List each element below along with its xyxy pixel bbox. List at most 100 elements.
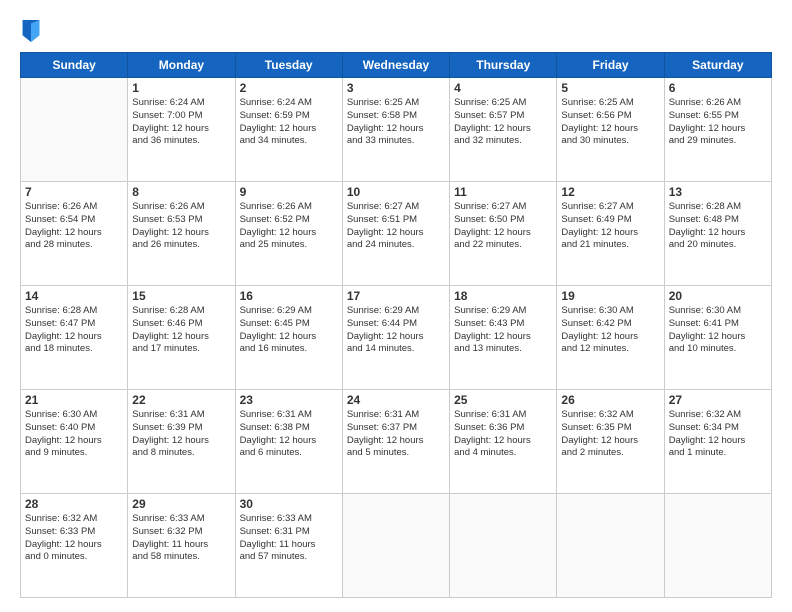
calendar-cell: 27Sunrise: 6:32 AMSunset: 6:34 PMDayligh… xyxy=(664,390,771,494)
day-number: 9 xyxy=(240,185,338,199)
calendar-cell: 11Sunrise: 6:27 AMSunset: 6:50 PMDayligh… xyxy=(450,182,557,286)
calendar-cell: 25 Sunrise: 6:31 AMSunset: 6:36 PMDayligh… xyxy=(450,390,557,494)
day-number: 2 xyxy=(240,81,338,95)
calendar-cell xyxy=(664,494,771,598)
day-number: 24 xyxy=(347,393,445,407)
calendar-cell: 23 Sunrise: 6:31 AMSunset: 6:38 PMDayligh… xyxy=(235,390,342,494)
calendar-cell: 12Sunrise: 6:27 AMSunset: 6:49 PMDayligh… xyxy=(557,182,664,286)
calendar-cell xyxy=(342,494,449,598)
day-number: 11 xyxy=(454,185,552,199)
day-number: 1 xyxy=(132,81,230,95)
day-info: Sunrise: 6:25 AMSunset: 6:57 PMDaylight:… xyxy=(454,97,552,148)
day-info: Sunrise: 6:25 AMSunset: 6:56 PMDaylight:… xyxy=(561,97,659,148)
calendar-week-row: 1 Sunrise: 6:24 AMSunset: 7:00 PMDaylight… xyxy=(21,78,772,182)
day-of-week-header: Tuesday xyxy=(235,53,342,78)
calendar-cell: 18Sunrise: 6:29 AMSunset: 6:43 PMDayligh… xyxy=(450,286,557,390)
calendar-cell: 3 Sunrise: 6:25 AMSunset: 6:58 PMDaylight… xyxy=(342,78,449,182)
day-info: Sunrise: 6:26 AMSunset: 6:55 PMDaylight:… xyxy=(669,97,767,148)
day-info: Sunrise: 6:31 AMSunset: 6:37 PMDaylight:… xyxy=(347,409,445,460)
calendar-cell: 17 Sunrise: 6:29 AMSunset: 6:44 PMDayligh… xyxy=(342,286,449,390)
day-info: Sunrise: 6:29 AMSunset: 6:43 PMDaylight:… xyxy=(454,305,552,356)
calendar-cell xyxy=(557,494,664,598)
page: SundayMondayTuesdayWednesdayThursdayFrid… xyxy=(0,0,792,612)
day-of-week-header: Thursday xyxy=(450,53,557,78)
calendar-cell: 6 Sunrise: 6:26 AMSunset: 6:55 PMDaylight… xyxy=(664,78,771,182)
day-info: Sunrise: 6:24 AMSunset: 7:00 PMDaylight:… xyxy=(132,97,230,148)
calendar-cell: 28 Sunrise: 6:32 AMSunset: 6:33 PMDayligh… xyxy=(21,494,128,598)
day-number: 12 xyxy=(561,185,659,199)
day-number: 19 xyxy=(561,289,659,303)
day-number: 20 xyxy=(669,289,767,303)
day-info: Sunrise: 6:29 AMSunset: 6:45 PMDaylight:… xyxy=(240,305,338,356)
calendar-cell: 8 Sunrise: 6:26 AMSunset: 6:53 PMDaylight… xyxy=(128,182,235,286)
calendar-cell: 14 Sunrise: 6:28 AMSunset: 6:47 PMDayligh… xyxy=(21,286,128,390)
day-info: Sunrise: 6:30 AMSunset: 6:41 PMDaylight:… xyxy=(669,305,767,356)
calendar-header-row: SundayMondayTuesdayWednesdayThursdayFrid… xyxy=(21,53,772,78)
day-info: Sunrise: 6:26 AMSunset: 6:52 PMDaylight:… xyxy=(240,201,338,252)
day-number: 8 xyxy=(132,185,230,199)
day-info: Sunrise: 6:33 AMSunset: 6:32 PMDaylight:… xyxy=(132,513,230,564)
calendar-cell: 21 Sunrise: 6:30 AMSunset: 6:40 PMDayligh… xyxy=(21,390,128,494)
calendar-cell: 2 Sunrise: 6:24 AMSunset: 6:59 PMDaylight… xyxy=(235,78,342,182)
header xyxy=(20,18,772,42)
day-info: Sunrise: 6:28 AMSunset: 6:46 PMDaylight:… xyxy=(132,305,230,356)
day-number: 10 xyxy=(347,185,445,199)
day-number: 13 xyxy=(669,185,767,199)
day-number: 4 xyxy=(454,81,552,95)
calendar-cell: 1 Sunrise: 6:24 AMSunset: 7:00 PMDaylight… xyxy=(128,78,235,182)
calendar-cell xyxy=(21,78,128,182)
day-number: 26 xyxy=(561,393,659,407)
day-number: 28 xyxy=(25,497,123,511)
calendar-cell: 19 Sunrise: 6:30 AMSunset: 6:42 PMDayligh… xyxy=(557,286,664,390)
day-info: Sunrise: 6:25 AMSunset: 6:58 PMDaylight:… xyxy=(347,97,445,148)
day-number: 25 xyxy=(454,393,552,407)
logo xyxy=(20,22,40,42)
day-of-week-header: Sunday xyxy=(21,53,128,78)
day-info: Sunrise: 6:32 AMSunset: 6:35 PMDaylight:… xyxy=(561,409,659,460)
day-info: Sunrise: 6:28 AMSunset: 6:48 PMDaylight:… xyxy=(669,201,767,252)
day-number: 14 xyxy=(25,289,123,303)
calendar-cell: 13 Sunrise: 6:28 AMSunset: 6:48 PMDayligh… xyxy=(664,182,771,286)
calendar-cell xyxy=(450,494,557,598)
calendar-cell: 15 Sunrise: 6:28 AMSunset: 6:46 PMDayligh… xyxy=(128,286,235,390)
calendar-cell: 26 Sunrise: 6:32 AMSunset: 6:35 PMDayligh… xyxy=(557,390,664,494)
day-info: Sunrise: 6:32 AMSunset: 6:34 PMDaylight:… xyxy=(669,409,767,460)
day-info: Sunrise: 6:24 AMSunset: 6:59 PMDaylight:… xyxy=(240,97,338,148)
calendar-cell: 30 Sunrise: 6:33 AMSunset: 6:31 PMDayligh… xyxy=(235,494,342,598)
day-number: 7 xyxy=(25,185,123,199)
day-info: Sunrise: 6:29 AMSunset: 6:44 PMDaylight:… xyxy=(347,305,445,356)
day-number: 22 xyxy=(132,393,230,407)
calendar-cell: 5 Sunrise: 6:25 AMSunset: 6:56 PMDaylight… xyxy=(557,78,664,182)
day-number: 29 xyxy=(132,497,230,511)
calendar-cell: 4 Sunrise: 6:25 AMSunset: 6:57 PMDaylight… xyxy=(450,78,557,182)
calendar-week-row: 14 Sunrise: 6:28 AMSunset: 6:47 PMDayligh… xyxy=(21,286,772,390)
day-number: 15 xyxy=(132,289,230,303)
day-info: Sunrise: 6:30 AMSunset: 6:40 PMDaylight:… xyxy=(25,409,123,460)
day-number: 23 xyxy=(240,393,338,407)
calendar-week-row: 21 Sunrise: 6:30 AMSunset: 6:40 PMDayligh… xyxy=(21,390,772,494)
day-info: Sunrise: 6:28 AMSunset: 6:47 PMDaylight:… xyxy=(25,305,123,356)
day-number: 17 xyxy=(347,289,445,303)
day-info: Sunrise: 6:30 AMSunset: 6:42 PMDaylight:… xyxy=(561,305,659,356)
day-number: 30 xyxy=(240,497,338,511)
day-info: Sunrise: 6:26 AMSunset: 6:53 PMDaylight:… xyxy=(132,201,230,252)
day-info: Sunrise: 6:31 AMSunset: 6:36 PMDaylight:… xyxy=(454,409,552,460)
day-info: Sunrise: 6:32 AMSunset: 6:33 PMDaylight:… xyxy=(25,513,123,564)
calendar-cell: 7Sunrise: 6:26 AMSunset: 6:54 PMDaylight… xyxy=(21,182,128,286)
day-number: 5 xyxy=(561,81,659,95)
day-number: 3 xyxy=(347,81,445,95)
day-info: Sunrise: 6:31 AMSunset: 6:38 PMDaylight:… xyxy=(240,409,338,460)
day-of-week-header: Wednesday xyxy=(342,53,449,78)
day-number: 21 xyxy=(25,393,123,407)
calendar-week-row: 28 Sunrise: 6:32 AMSunset: 6:33 PMDayligh… xyxy=(21,494,772,598)
calendar-cell: 10 Sunrise: 6:27 AMSunset: 6:51 PMDayligh… xyxy=(342,182,449,286)
day-info: Sunrise: 6:33 AMSunset: 6:31 PMDaylight:… xyxy=(240,513,338,564)
calendar-cell: 16 Sunrise: 6:29 AMSunset: 6:45 PMDayligh… xyxy=(235,286,342,390)
day-of-week-header: Saturday xyxy=(664,53,771,78)
day-number: 6 xyxy=(669,81,767,95)
calendar-cell: 22Sunrise: 6:31 AMSunset: 6:39 PMDayligh… xyxy=(128,390,235,494)
day-info: Sunrise: 6:27 AMSunset: 6:51 PMDaylight:… xyxy=(347,201,445,252)
calendar: SundayMondayTuesdayWednesdayThursdayFrid… xyxy=(20,52,772,598)
calendar-cell: 29 Sunrise: 6:33 AMSunset: 6:32 PMDayligh… xyxy=(128,494,235,598)
day-number: 16 xyxy=(240,289,338,303)
